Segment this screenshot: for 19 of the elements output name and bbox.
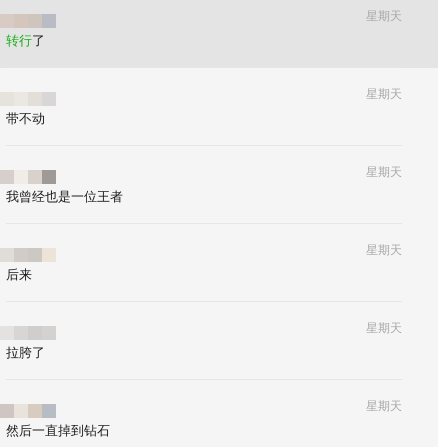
message-time: 星期天 [366,243,402,257]
message-time: 星期天 [366,321,402,335]
message-time: 星期天 [366,87,402,101]
message-preview: 拉胯了 [6,346,46,362]
message-preview: 然后一直掉到钻石 [6,424,111,440]
message-preview: 带不动 [6,112,46,128]
message-preview: 我曾经也是一位王者 [6,190,124,206]
blurred-name [0,248,56,262]
blurred-name [0,170,56,184]
message-preview: 后来 [6,268,33,284]
blurred-name [0,14,56,28]
blurred-name [0,92,56,106]
chat-item[interactable]: 星期天 转行了 [0,0,438,68]
blurred-name [0,326,56,340]
message-time: 星期天 [366,399,402,413]
blurred-name [0,404,56,418]
message-time: 星期天 [366,165,402,179]
message-preview: 转行了 [6,34,46,50]
message-time: 星期天 [366,9,402,23]
